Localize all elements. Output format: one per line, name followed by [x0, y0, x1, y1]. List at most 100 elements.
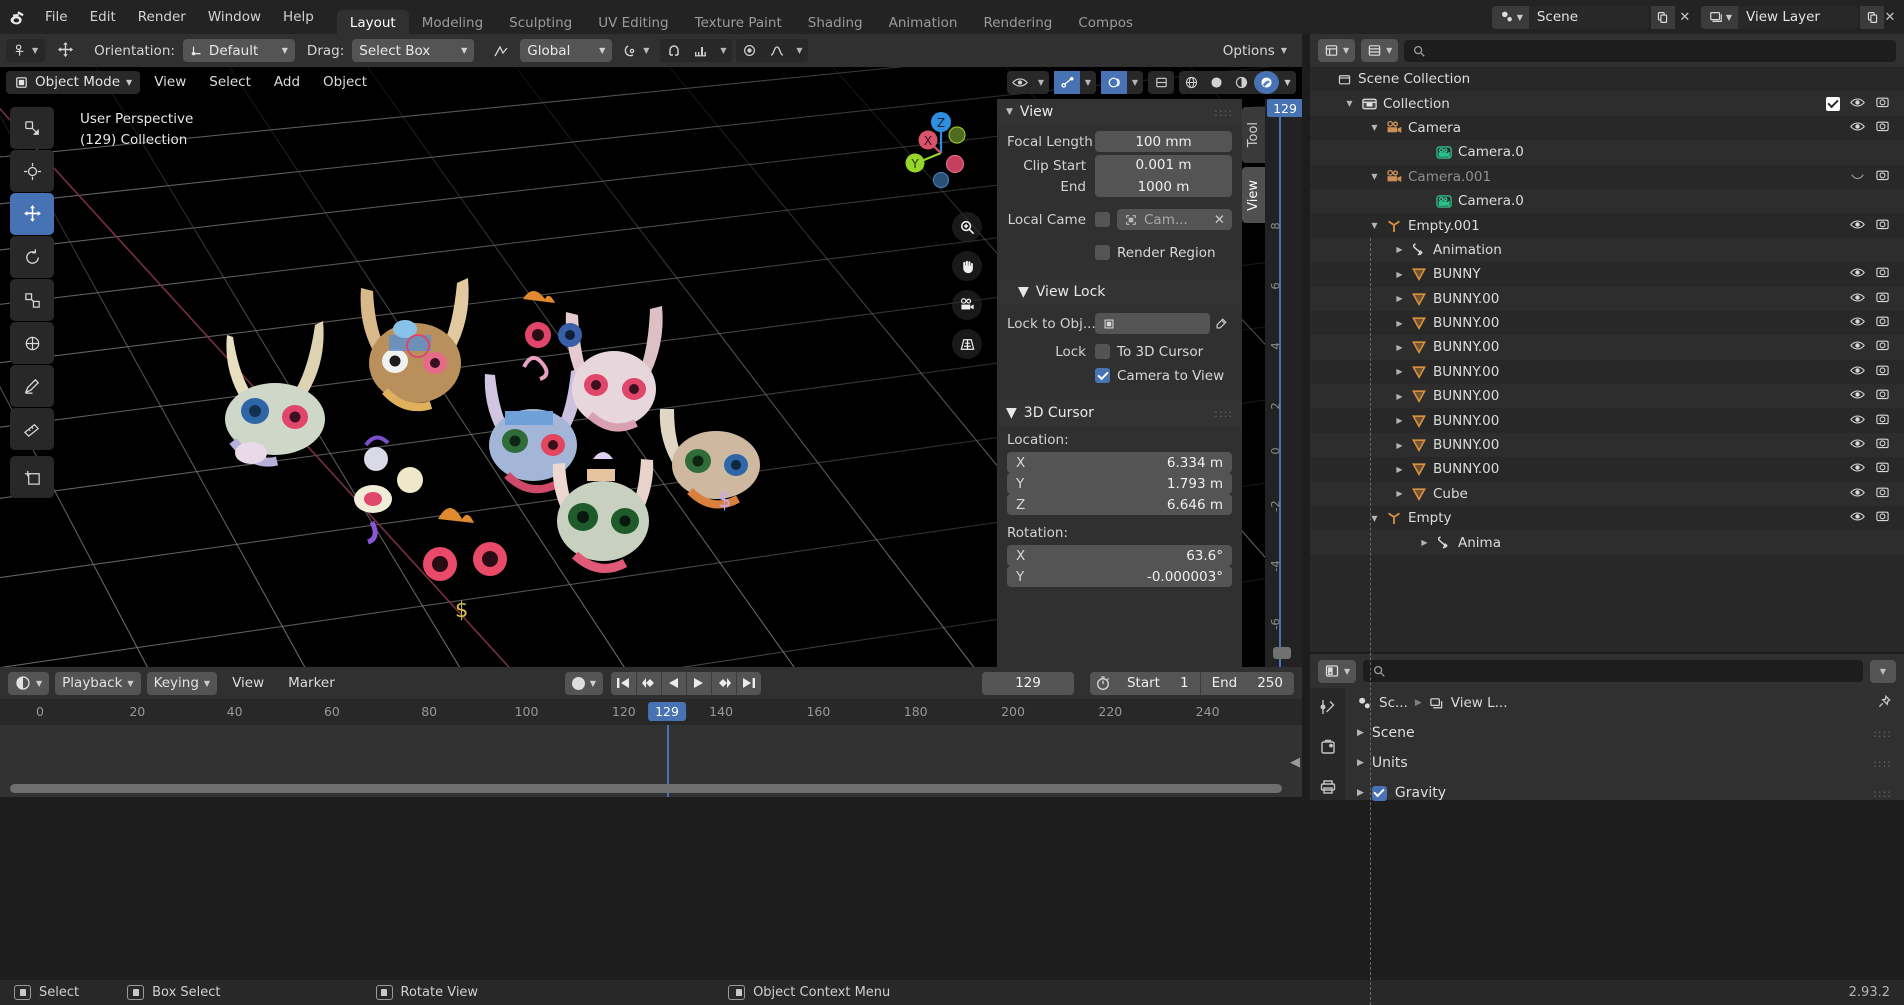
camera-to-view-checkbox[interactable]: [1095, 368, 1110, 383]
outliner-row[interactable]: ▶ Anima: [1310, 530, 1904, 555]
outliner-row[interactable]: ▶ BUNNY.00: [1310, 384, 1904, 409]
outliner-expand-icon[interactable]: ▼: [1366, 221, 1383, 230]
focal-length-field[interactable]: 100 mm: [1095, 131, 1232, 152]
outliner-expand-icon[interactable]: ▶: [1391, 441, 1408, 450]
pan-hand-icon[interactable]: [952, 251, 982, 281]
to-3d-cursor-checkbox[interactable]: [1095, 344, 1110, 359]
visibility-eye-icon[interactable]: [1850, 218, 1865, 234]
outliner-row[interactable]: ▶ BUNNY.00: [1310, 360, 1904, 384]
viewport-frame-ruler[interactable]: 129 8 6 4 2 0 -2 -4 -6 -8: [1265, 99, 1302, 667]
scene-section-expand-icon[interactable]: ▶: [1357, 728, 1364, 738]
rendered-shading-icon[interactable]: [1254, 70, 1279, 94]
outliner-expand-icon[interactable]: ▼: [1366, 123, 1383, 132]
view-panel-header[interactable]: ▼ View ::::: [997, 99, 1242, 125]
visibility-eye-icon[interactable]: [1850, 315, 1865, 331]
outliner-item-label[interactable]: Anima: [1455, 535, 1501, 551]
close-scene-icon[interactable]: ✕: [1675, 10, 1695, 25]
annotate-tool[interactable]: [10, 365, 54, 407]
collapse-triangle-icon[interactable]: ▼: [1006, 107, 1013, 117]
global-orientation-dropdown[interactable]: Global ▼: [520, 39, 613, 62]
render-camera-icon[interactable]: [1875, 509, 1890, 527]
outliner-item-label[interactable]: BUNNY.00: [1430, 291, 1499, 307]
material-preview-shading-icon[interactable]: [1229, 71, 1254, 94]
viewport-menu-view[interactable]: View: [145, 71, 195, 93]
units-section-grip-icon[interactable]: ::::: [1873, 757, 1892, 770]
3d-cursor-collapse-icon[interactable]: ▼: [1006, 405, 1017, 421]
outliner-item-label[interactable]: Camera.0: [1455, 144, 1524, 160]
visibility-eye-icon[interactable]: [1850, 266, 1865, 282]
view-lock-collapse-icon[interactable]: ▼: [1018, 284, 1029, 300]
tab-rendering[interactable]: Rendering: [970, 10, 1065, 37]
3d-cursor-header[interactable]: ▼ 3D Cursor ::::: [997, 400, 1242, 426]
outliner-row[interactable]: ▶ Cube: [1310, 481, 1904, 507]
pivot-point-icon[interactable]: ▼: [616, 39, 657, 62]
outliner-expand-icon[interactable]: ▶: [1391, 245, 1408, 254]
outliner-row[interactable]: ▼ Empty.001: [1310, 213, 1904, 237]
outliner-item-label[interactable]: BUNNY.00: [1430, 461, 1499, 477]
render-region-checkbox[interactable]: [1095, 245, 1110, 260]
outliner-expand-icon[interactable]: ▼: [1341, 99, 1358, 108]
outliner-search-input[interactable]: [1404, 39, 1896, 62]
visibility-eye-icon[interactable]: [1850, 169, 1865, 185]
visibility-eye-icon[interactable]: [1850, 510, 1865, 526]
proportional-edit-icon[interactable]: [736, 39, 764, 62]
lock-to-object-field[interactable]: [1095, 313, 1210, 334]
visibility-eye-icon[interactable]: [1850, 339, 1865, 355]
shading-chevron-icon[interactable]: ▼: [1279, 71, 1296, 94]
properties-section-units[interactable]: ▶ Units ::::: [1345, 748, 1904, 778]
new-view-layer-icon[interactable]: [1860, 5, 1884, 29]
object-mode-dropdown[interactable]: Object Mode ▼: [6, 70, 141, 94]
3d-viewport[interactable]: Object Mode ▼ View Select Add Object ▼ ▼…: [0, 67, 1302, 667]
auto-keying-button[interactable]: ▼: [564, 671, 603, 695]
timeline-editor-type-button[interactable]: ▼: [8, 671, 50, 695]
render-camera-icon[interactable]: [1875, 95, 1890, 113]
outliner-expand-icon[interactable]: ▶: [1391, 489, 1408, 498]
outliner-item-label[interactable]: Cube: [1430, 486, 1468, 502]
options-dropdown[interactable]: Options ▼: [1213, 39, 1296, 62]
outliner-row[interactable]: ▶ BUNNY.00: [1310, 457, 1904, 481]
cursor-panel-grip-icon[interactable]: ::::: [1214, 407, 1233, 420]
outliner-item-label[interactable]: BUNNY: [1430, 266, 1481, 282]
tab-layout[interactable]: Layout: [336, 10, 409, 37]
outliner-item-label[interactable]: Scene Collection: [1355, 71, 1470, 87]
timeline-track-area[interactable]: ◀: [0, 725, 1302, 797]
outliner-row[interactable]: ▶ BUNNY.00: [1310, 286, 1904, 311]
visibility-eye-icon[interactable]: [1850, 486, 1865, 502]
jump-to-end-icon[interactable]: [735, 671, 761, 695]
toggle-perspective-icon[interactable]: [952, 329, 982, 359]
tab-texture-paint[interactable]: Texture Paint: [682, 10, 795, 37]
outliner-expand-icon[interactable]: ▶: [1391, 392, 1408, 401]
object-type-visibility-icon[interactable]: [1007, 71, 1033, 94]
frame-end-field[interactable]: End 250: [1199, 671, 1294, 695]
visibility-chevron-icon[interactable]: ▼: [1033, 71, 1049, 94]
pin-icon[interactable]: [1877, 694, 1892, 713]
gizmo-chevron-icon[interactable]: ▼: [1080, 71, 1096, 94]
render-camera-icon[interactable]: [1875, 290, 1890, 308]
properties-section-gravity[interactable]: ▶ Gravity ::::: [1345, 778, 1904, 808]
timeline-menu-marker[interactable]: Marker: [279, 672, 344, 694]
local-camera-clear-icon[interactable]: ✕: [1214, 212, 1225, 228]
to-3d-cursor-toggle[interactable]: To 3D Cursor: [1095, 344, 1203, 360]
gravity-checkbox[interactable]: [1371, 785, 1387, 801]
timeline-menu-view[interactable]: View: [223, 672, 273, 694]
outliner-expand-icon[interactable]: ▶: [1391, 343, 1408, 352]
falloff-curve-icon[interactable]: [763, 39, 791, 62]
properties-editor-type-button[interactable]: ▼: [1318, 659, 1357, 683]
outliner-row[interactable]: ▼ Collection: [1310, 91, 1904, 116]
timeline-current-frame-field[interactable]: 129: [981, 671, 1074, 695]
printer-icon[interactable]: [1315, 774, 1341, 800]
render-camera-icon[interactable]: [1875, 412, 1890, 430]
timeline-ruler[interactable]: 0 20 40 60 80 100 120 140 160 180 200 220 240 129: [0, 699, 1302, 725]
render-camera-icon[interactable]: [1875, 119, 1890, 137]
menu-render[interactable]: Render: [127, 6, 197, 28]
jump-prev-keyframe-icon[interactable]: [635, 671, 661, 695]
outliner-item-label[interactable]: Camera: [1405, 120, 1461, 136]
cursor-location-y[interactable]: Y 1.793 m: [1007, 473, 1232, 494]
outliner-expand-icon[interactable]: ▶: [1391, 270, 1408, 279]
properties-section-scene[interactable]: ▶ Scene ::::: [1345, 718, 1904, 748]
outliner-item-label[interactable]: Camera.0: [1455, 193, 1524, 209]
play-reverse-icon[interactable]: [660, 671, 686, 695]
tab-uv-editing[interactable]: UV Editing: [585, 10, 681, 37]
tab-modeling[interactable]: Modeling: [409, 10, 496, 37]
viewport-menu-add[interactable]: Add: [265, 71, 309, 93]
